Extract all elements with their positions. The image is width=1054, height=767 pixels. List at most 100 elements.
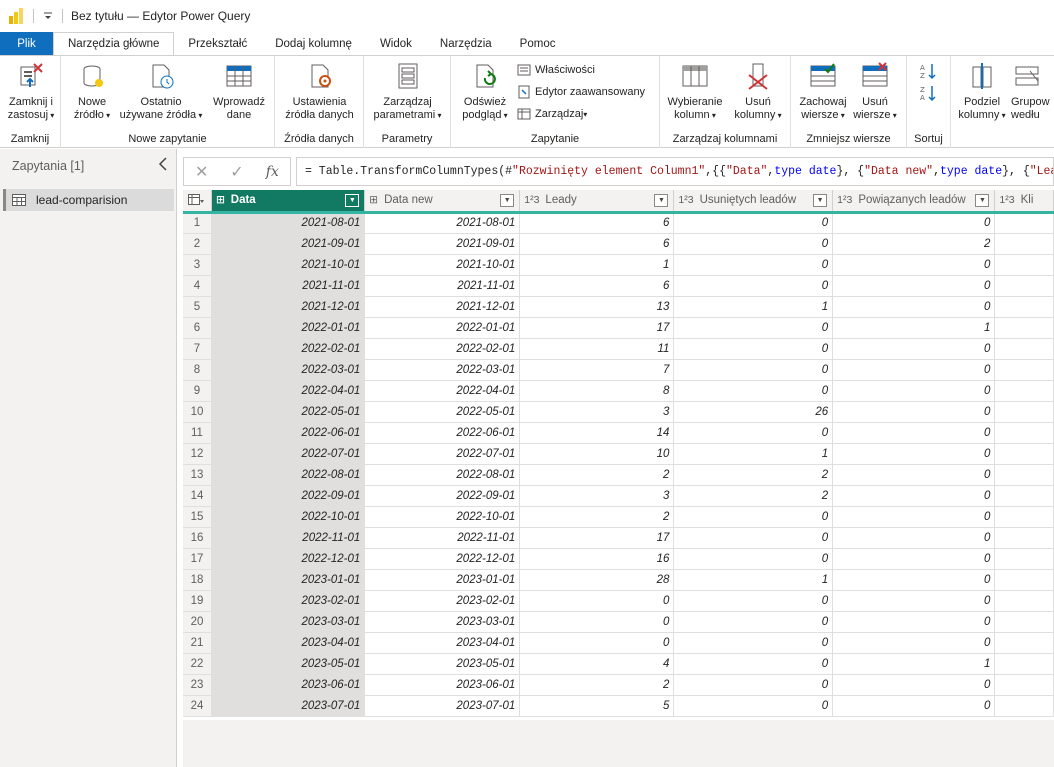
- table-cell[interactable]: 2022-09-01: [364, 485, 521, 507]
- table-cell[interactable]: 0: [519, 590, 675, 612]
- table-cell[interactable]: 0: [673, 275, 834, 297]
- table-cell[interactable]: 0: [832, 275, 996, 297]
- confirm-formula-icon[interactable]: ✓: [225, 162, 249, 182]
- table-cell-truncated[interactable]: [994, 422, 1054, 444]
- table-row[interactable]: 10 2022-05-01 2022-05-01 3 26 0: [183, 401, 1054, 423]
- table-cell[interactable]: 2022-07-01: [211, 443, 366, 465]
- split-column-button[interactable]: Podziel kolumny: [955, 60, 1009, 122]
- table-row[interactable]: 8 2022-03-01 2022-03-01 7 0 0: [183, 359, 1054, 381]
- table-cell[interactable]: 0: [832, 506, 996, 528]
- table-row[interactable]: 2 2021-09-01 2021-09-01 6 0 2: [183, 233, 1054, 255]
- column-type-icon[interactable]: ⊞: [369, 194, 378, 206]
- row-number[interactable]: 20: [183, 611, 212, 633]
- table-cell[interactable]: 10: [519, 443, 675, 465]
- table-cell[interactable]: 0: [832, 485, 996, 507]
- table-cell[interactable]: 2023-04-01: [211, 632, 366, 654]
- table-cell-truncated[interactable]: [994, 695, 1054, 717]
- table-cell[interactable]: 0: [673, 653, 834, 675]
- table-row[interactable]: 23 2023-06-01 2023-06-01 2 0 0: [183, 674, 1054, 696]
- table-cell[interactable]: 1: [832, 317, 996, 339]
- table-cell[interactable]: 1: [673, 443, 834, 465]
- cancel-formula-icon[interactable]: ✕: [190, 162, 214, 182]
- table-cell[interactable]: 6: [519, 212, 675, 234]
- table-cell[interactable]: 2021-11-01: [211, 275, 366, 297]
- table-cell[interactable]: 2021-12-01: [364, 296, 521, 318]
- table-cell[interactable]: 0: [832, 212, 996, 234]
- table-cell[interactable]: 2023-04-01: [364, 632, 521, 654]
- row-number[interactable]: 18: [183, 569, 212, 591]
- table-row[interactable]: 13 2022-08-01 2022-08-01 2 2 0: [183, 464, 1054, 486]
- table-cell[interactable]: 0: [519, 632, 675, 654]
- filter-dropdown-icon[interactable]: ▼: [654, 193, 669, 207]
- table-cell-truncated[interactable]: [994, 254, 1054, 276]
- row-number[interactable]: 3: [183, 254, 212, 276]
- table-cell[interactable]: 0: [673, 674, 834, 696]
- table-cell-truncated[interactable]: [994, 548, 1054, 570]
- table-row[interactable]: 9 2022-04-01 2022-04-01 8 0 0: [183, 380, 1054, 402]
- table-cell[interactable]: 0: [673, 611, 834, 633]
- customize-quick-access-icon[interactable]: [42, 9, 54, 23]
- column-header[interactable]: ⊞ Data new ▼: [364, 190, 521, 214]
- table-row[interactable]: 22 2023-05-01 2023-05-01 4 0 1: [183, 653, 1054, 675]
- column-type-icon[interactable]: 1²3: [837, 194, 852, 206]
- table-cell[interactable]: 0: [673, 338, 834, 360]
- tab-file[interactable]: Plik: [0, 32, 53, 56]
- table-cell[interactable]: 2022-06-01: [211, 422, 366, 444]
- tab-home[interactable]: Narzędzia główne: [53, 32, 175, 56]
- table-cell[interactable]: 17: [519, 317, 675, 339]
- row-number[interactable]: 16: [183, 527, 212, 549]
- table-cell[interactable]: 0: [673, 254, 834, 276]
- table-cell[interactable]: 0: [673, 233, 834, 255]
- table-cell[interactable]: 0: [832, 674, 996, 696]
- table-cell[interactable]: 0: [832, 548, 996, 570]
- choose-columns-button[interactable]: Wybieranie kolumn: [666, 60, 724, 122]
- row-number[interactable]: 11: [183, 422, 212, 444]
- table-row[interactable]: 6 2022-01-01 2022-01-01 17 0 1: [183, 317, 1054, 339]
- table-cell[interactable]: 2023-03-01: [211, 611, 366, 633]
- table-cell[interactable]: 2022-06-01: [364, 422, 521, 444]
- table-cell[interactable]: 7: [519, 359, 675, 381]
- new-source-button[interactable]: Nowe źródło: [69, 60, 115, 122]
- sort-ascending-button[interactable]: AZ: [919, 62, 941, 80]
- table-cell[interactable]: 0: [832, 296, 996, 318]
- row-number[interactable]: 17: [183, 548, 212, 570]
- table-cell[interactable]: 2: [519, 674, 675, 696]
- table-cell-truncated[interactable]: [994, 506, 1054, 528]
- table-cell[interactable]: 2021-08-01: [211, 212, 366, 234]
- column-header[interactable]: 1²3 Powiązanych leadów ▼: [832, 190, 996, 214]
- table-cell[interactable]: 1: [673, 296, 834, 318]
- row-number[interactable]: 5: [183, 296, 212, 318]
- column-header[interactable]: 1²3 Kli: [994, 190, 1054, 214]
- table-cell[interactable]: 0: [832, 569, 996, 591]
- table-cell[interactable]: 2023-06-01: [211, 674, 366, 696]
- table-cell[interactable]: 2023-06-01: [364, 674, 521, 696]
- table-cell[interactable]: 13: [519, 296, 675, 318]
- table-cell[interactable]: 0: [673, 548, 834, 570]
- table-cell[interactable]: 2023-05-01: [211, 653, 366, 675]
- table-cell[interactable]: 0: [832, 632, 996, 654]
- table-row[interactable]: 18 2023-01-01 2023-01-01 28 1 0: [183, 569, 1054, 591]
- table-cell-truncated[interactable]: [994, 233, 1054, 255]
- table-cell[interactable]: 2023-07-01: [211, 695, 366, 717]
- table-cell[interactable]: 0: [832, 464, 996, 486]
- table-cell[interactable]: 0: [673, 422, 834, 444]
- query-item-lead-comparision[interactable]: lead-comparision: [3, 189, 174, 211]
- table-cell[interactable]: 0: [673, 317, 834, 339]
- table-row[interactable]: 7 2022-02-01 2022-02-01 11 0 0: [183, 338, 1054, 360]
- table-cell[interactable]: 0: [832, 338, 996, 360]
- table-menu-corner[interactable]: [183, 190, 212, 214]
- table-cell[interactable]: 2022-04-01: [364, 380, 521, 402]
- table-cell[interactable]: 2022-09-01: [211, 485, 366, 507]
- table-cell-truncated[interactable]: [994, 359, 1054, 381]
- tab-transform[interactable]: Przekształć: [174, 32, 261, 56]
- refresh-preview-button[interactable]: Odśwież podgląd: [457, 60, 513, 122]
- table-cell[interactable]: 2021-09-01: [211, 233, 366, 255]
- table-cell[interactable]: 6: [519, 275, 675, 297]
- table-cell[interactable]: 2: [832, 233, 996, 255]
- table-cell[interactable]: 1: [673, 569, 834, 591]
- table-cell-truncated[interactable]: [994, 653, 1054, 675]
- recent-sources-button[interactable]: Ostatnio używane źródła: [117, 60, 205, 122]
- table-cell[interactable]: 0: [673, 527, 834, 549]
- row-number[interactable]: 23: [183, 674, 212, 696]
- table-cell[interactable]: 2022-11-01: [364, 527, 521, 549]
